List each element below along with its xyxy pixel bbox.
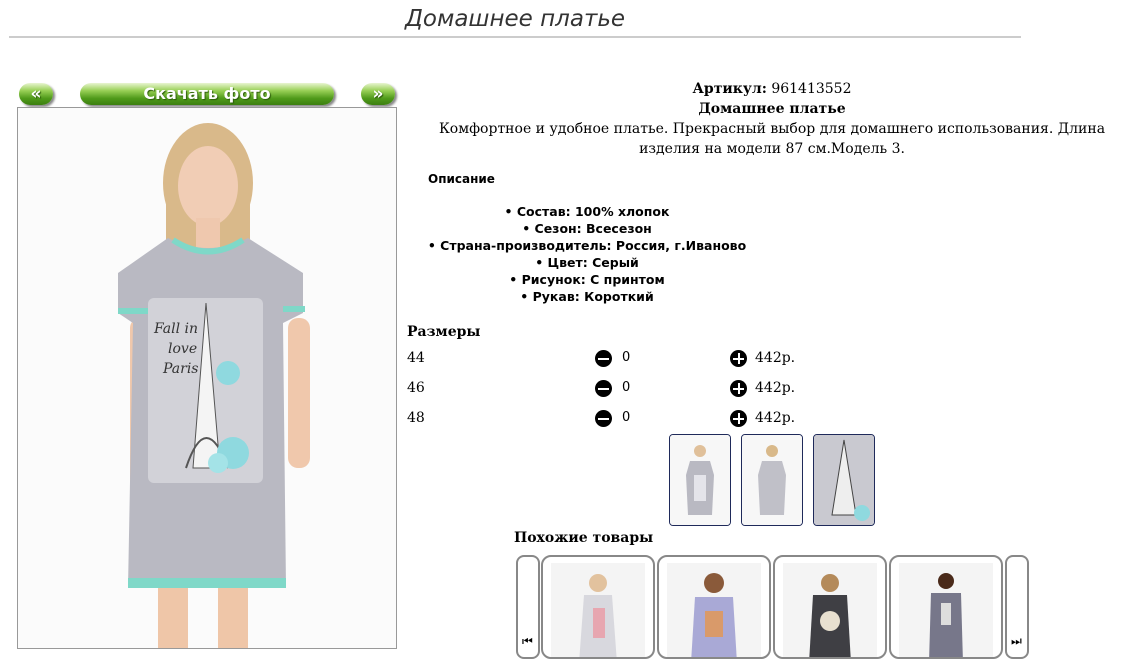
size-row: 48 0 442р.	[407, 408, 827, 430]
article-label: Артикул:	[692, 81, 767, 97]
size-row: 46 0 442р.	[407, 378, 827, 400]
main-product-photo[interactable]: Fall in love Paris	[17, 107, 397, 649]
next-photo-button[interactable]: »	[361, 83, 395, 105]
properties-list: • Состав: 100% хлопок • Сезон: Всесезон …	[407, 203, 767, 305]
property-item: • Сезон: Всесезон	[522, 221, 652, 236]
quantity-value: 0	[622, 410, 631, 425]
thumbnail-front[interactable]	[669, 434, 731, 526]
plus-icon[interactable]	[730, 380, 747, 397]
quantity-value: 0	[622, 350, 631, 365]
title-divider	[9, 36, 1021, 38]
property-item: • Рукав: Короткий	[520, 289, 654, 304]
page-title: Домашнее платье	[404, 6, 626, 32]
dress-model-image: Fall in love Paris	[18, 108, 396, 648]
price-value: 442р.	[755, 380, 796, 396]
download-photo-button[interactable]: Скачать фото	[80, 83, 334, 105]
similar-next-button[interactable]: ⏭	[1005, 555, 1029, 659]
product-description: Комфортное и удобное платье. Прекрасный …	[438, 121, 1106, 157]
property-item: • Страна-производитель: Россия, г.Иванов…	[427, 238, 747, 253]
similar-product-card[interactable]	[773, 555, 887, 659]
price-value: 442р.	[755, 350, 796, 366]
size-label: 48	[407, 410, 425, 426]
sizes-heading: Размеры	[407, 324, 481, 340]
size-row: 44 0 442р.	[407, 348, 827, 370]
prev-photo-button[interactable]: «	[19, 83, 53, 105]
plus-icon[interactable]	[730, 350, 747, 367]
similar-product-card[interactable]	[657, 555, 771, 659]
description-heading: Описание	[428, 172, 495, 186]
svg-text:Paris: Paris	[162, 361, 199, 377]
minus-icon[interactable]	[595, 380, 612, 397]
property-item: • Цвет: Серый	[535, 255, 639, 270]
article-value: 961413552	[771, 81, 852, 97]
minus-icon[interactable]	[595, 410, 612, 427]
property-item: • Рисунок: С принтом	[509, 272, 665, 287]
property-item: • Состав: 100% хлопок	[504, 204, 670, 219]
skip-back-icon: ⏮	[522, 634, 533, 648]
svg-text:Fall in: Fall in	[153, 321, 198, 337]
size-label: 46	[407, 380, 425, 396]
svg-text:love: love	[168, 341, 197, 357]
plus-icon[interactable]	[730, 410, 747, 427]
minus-icon[interactable]	[595, 350, 612, 367]
quantity-value: 0	[622, 380, 631, 395]
skip-forward-icon: ⏭	[1011, 634, 1022, 648]
similar-products-heading: Похожие товары	[514, 530, 654, 546]
product-info: Артикул: 961413552 Домашнее платье Комфо…	[407, 79, 1122, 159]
price-value: 442р.	[755, 410, 796, 426]
thumbnail-print-detail[interactable]	[813, 434, 875, 526]
similar-prev-button[interactable]: ⏮	[516, 555, 540, 659]
product-name: Домашнее платье	[698, 101, 846, 117]
size-label: 44	[407, 350, 425, 366]
thumbnail-back[interactable]	[741, 434, 803, 526]
similar-product-card[interactable]	[889, 555, 1003, 659]
similar-product-card[interactable]	[541, 555, 655, 659]
